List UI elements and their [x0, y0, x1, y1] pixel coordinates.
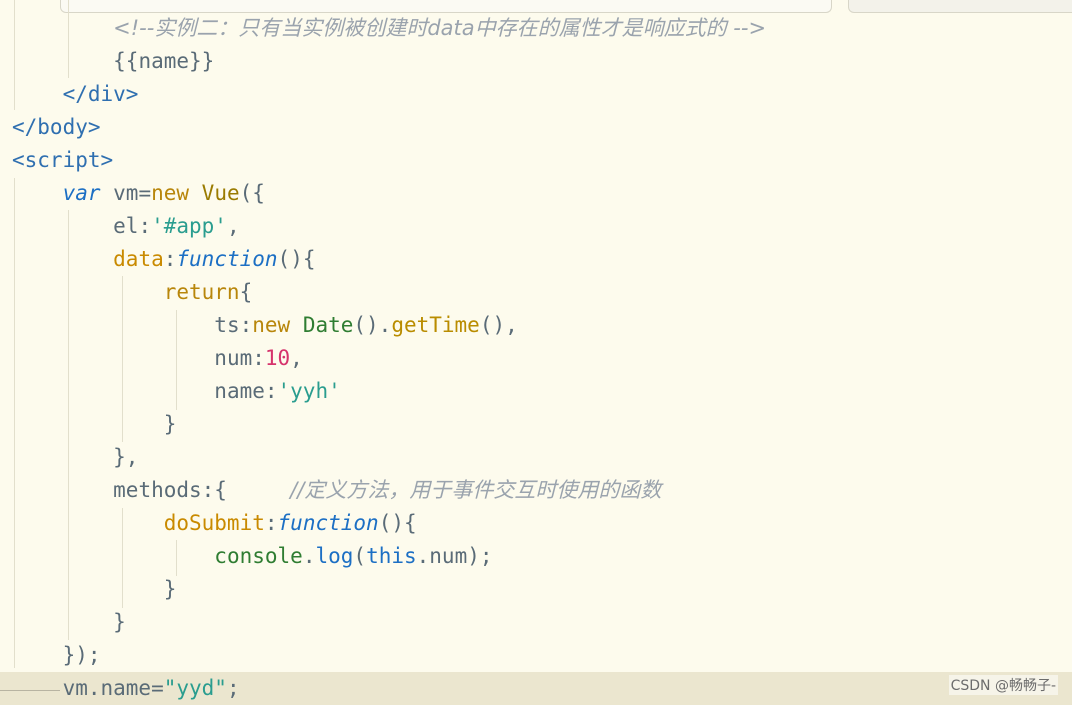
code-line-3[interactable]: </div> — [12, 78, 139, 111]
close-vue: }); — [62, 643, 101, 667]
code-line-14[interactable]: }, — [12, 441, 138, 474]
function-keyword: function — [277, 511, 379, 535]
paren-brace: (){ — [378, 511, 417, 535]
semicolon: ; — [226, 676, 240, 700]
paren-brace: ({ — [239, 181, 265, 205]
el-value: '#app' — [151, 214, 227, 238]
code-line-1[interactable]: <!--实例二：只有当实例被创建时data中存在的属性才是响应式的 --> — [12, 12, 766, 45]
indent-marker — [0, 690, 60, 691]
code-line-20[interactable]: }); — [12, 639, 101, 672]
gettime-method: getTime — [391, 313, 480, 337]
div-close-tag: </div> — [62, 82, 139, 106]
dosubmit-key: doSubmit — [163, 511, 265, 535]
num-key: num: — [214, 346, 265, 370]
name-string: "yyd" — [163, 676, 227, 700]
code-line-17[interactable]: console.log(this.num); — [12, 540, 493, 573]
log-method: log — [315, 544, 354, 568]
code-line-18[interactable]: } — [12, 573, 177, 606]
dot: . — [302, 544, 316, 568]
code-line-9[interactable]: return{ — [12, 276, 253, 309]
code-line-15[interactable]: methods:{ //定义方法，用于事件交互时使用的函数 — [12, 474, 661, 507]
new-keyword: new — [252, 313, 291, 337]
comma: , — [226, 214, 240, 238]
this-keyword: this — [366, 544, 417, 568]
vm-name-assign: vm.name= — [62, 676, 164, 700]
name-value: 'yyh' — [277, 379, 341, 403]
code-line-7[interactable]: el:'#app', — [12, 210, 240, 243]
el-key: el: — [113, 214, 152, 238]
colon: : — [163, 247, 177, 271]
punct: (), — [479, 313, 518, 337]
code-line-8[interactable]: data:function(){ — [12, 243, 315, 276]
js-comment: //定义方法，用于事件交互时使用的函数 — [290, 478, 662, 502]
code-line-6[interactable]: var vm=new Vue({ — [12, 177, 265, 210]
comma: , — [290, 346, 303, 370]
close-brace: } — [113, 610, 126, 634]
colon: : — [264, 511, 278, 535]
code-line-16[interactable]: doSubmit:function(){ — [12, 507, 417, 540]
script-open-tag: <script> — [12, 148, 114, 172]
body-close-tag: </body> — [12, 115, 101, 139]
close-brace: } — [163, 577, 177, 601]
csdn-watermark: CSDN @畅畅子- — [948, 675, 1058, 695]
code-line-4[interactable]: </body> — [12, 111, 101, 144]
template-interpolation: {{name}} — [113, 49, 215, 73]
function-keyword: function — [176, 247, 278, 271]
punct: (). — [353, 313, 392, 337]
vue-class: Vue — [189, 181, 240, 205]
new-keyword: new — [151, 181, 190, 205]
close-brace: } — [163, 412, 177, 436]
html-comment: <!--实例二：只有当实例被创建时data中存在的属性才是响应式的 --> — [113, 16, 767, 40]
data-key: data — [113, 247, 164, 271]
console-object: console — [214, 544, 303, 568]
methods-key: methods:{ — [113, 478, 227, 502]
code-line-11[interactable]: num:10, — [12, 342, 303, 375]
editor-tab-bar-right — [848, 0, 1072, 13]
punct: .num); — [416, 544, 493, 568]
close-brace-comma: }, — [113, 445, 139, 469]
code-line-5[interactable]: <script> — [12, 144, 113, 177]
code-line-21-current[interactable]: vm.name="yyd"; — [0, 672, 1072, 705]
paren-brace: (){ — [277, 247, 316, 271]
date-class: Date — [290, 313, 354, 337]
var-keyword: var — [62, 181, 101, 205]
name-key: name: — [214, 379, 278, 403]
code-line-13[interactable]: } — [12, 408, 177, 441]
code-line-19[interactable]: } — [12, 606, 126, 639]
code-line-12[interactable]: name:'yyh' — [12, 375, 341, 408]
ts-key: ts: — [214, 313, 253, 337]
brace: { — [239, 280, 253, 304]
vm-assign: vm= — [100, 181, 152, 205]
return-keyword: return — [163, 280, 240, 304]
code-line-2[interactable]: {{name}} — [12, 45, 214, 78]
code-editor[interactable]: <!--实例二：只有当实例被创建时data中存在的属性才是响应式的 --> {{… — [0, 0, 1072, 705]
num-value: 10 — [264, 346, 291, 370]
code-line-10[interactable]: ts:new Date().getTime(), — [12, 309, 518, 342]
paren: ( — [353, 544, 367, 568]
